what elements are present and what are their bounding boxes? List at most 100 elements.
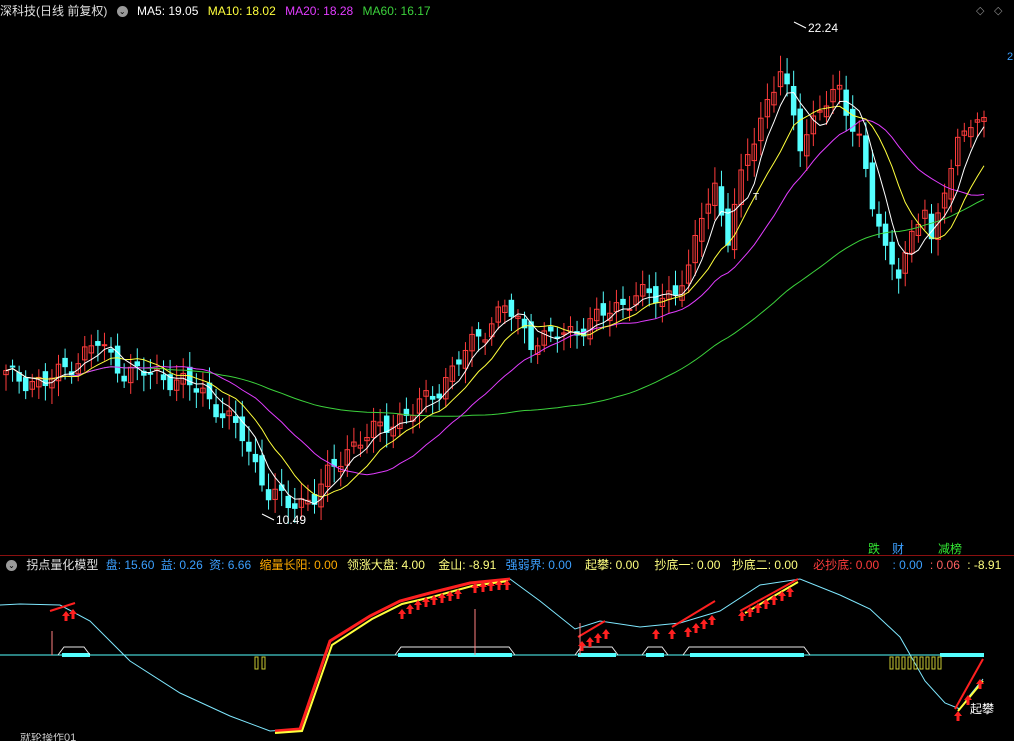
buy-arrow-icon — [586, 637, 594, 647]
candlestick — [876, 213, 882, 227]
ma5-line — [5, 91, 985, 505]
ind-value-extra2: : 0.06 — [929, 558, 960, 572]
candlestick — [160, 374, 167, 381]
volume-bar — [913, 656, 918, 670]
buy-arrow-icon — [398, 609, 406, 619]
ma60-line — [5, 198, 985, 417]
candlestick — [600, 303, 607, 316]
volume-bar — [901, 656, 906, 670]
indicator-name[interactable]: 拐点量化模型 — [26, 558, 98, 572]
candlestick — [548, 326, 554, 332]
candlestick — [265, 489, 272, 501]
buy-arrow-icon — [684, 627, 692, 637]
candlestick — [232, 416, 239, 423]
candlestick — [429, 395, 436, 400]
ind-value-yi: 益: 0.26 — [160, 558, 203, 572]
signal-band — [62, 653, 90, 657]
candlestick — [62, 357, 68, 368]
low-price-pointer — [261, 513, 275, 521]
candlestick — [456, 359, 462, 365]
candlestick — [134, 361, 141, 367]
ma10-line — [5, 105, 985, 498]
volume-bar — [919, 656, 924, 670]
ma20-line — [5, 119, 985, 476]
volume-bar — [925, 656, 930, 670]
ind-value-boundary: 强弱界: 0.00 — [505, 558, 572, 572]
candlestick — [95, 341, 101, 346]
volume-bar — [889, 656, 894, 670]
bottom-pane-title: 就轮操作01 — [20, 733, 77, 741]
candlestick — [239, 416, 246, 442]
candlestick — [114, 345, 121, 374]
ind-value-extra1: : 0.00 — [892, 558, 923, 572]
chevron-down-icon[interactable]: ⌄ — [6, 560, 17, 572]
high-price-pointer — [793, 21, 807, 29]
candlestick — [383, 415, 390, 433]
right-edge-label: 2 — [1007, 51, 1013, 63]
ind-value-jinshan: 金山: -8.91 — [438, 558, 497, 572]
indicator-chart[interactable] — [0, 571, 1014, 741]
candlestick — [213, 404, 219, 418]
candlestick — [863, 135, 869, 169]
candlestick — [725, 208, 731, 246]
candlestick — [889, 241, 895, 265]
candlestick — [475, 329, 482, 337]
buy-arrow-icon — [692, 623, 700, 633]
buy-arrow-icon — [700, 619, 708, 629]
candlestick — [246, 441, 252, 452]
candlestick — [869, 162, 876, 210]
signal-band — [398, 653, 512, 657]
candlestick — [9, 365, 16, 368]
candlestick — [620, 298, 626, 305]
candlestick — [252, 453, 259, 463]
candlestick — [797, 108, 803, 152]
candlestick — [653, 286, 659, 304]
candlestick — [882, 223, 889, 246]
candlestick — [508, 299, 515, 317]
buy-arrow-icon — [406, 604, 414, 614]
candlestick — [206, 382, 213, 400]
qipan-annotation: 起攀 — [970, 702, 995, 716]
candlestick — [784, 73, 790, 85]
signal-band — [940, 653, 984, 657]
candlestick — [672, 285, 679, 295]
signal-red-line — [49, 602, 76, 612]
ind-value-chaodi2: 抄底二: 0.00 — [731, 558, 798, 572]
candlestick — [646, 288, 652, 294]
buy-arrow-icon — [708, 615, 716, 625]
volume-bar — [261, 656, 266, 670]
candlestick — [193, 388, 200, 393]
volume-bar — [254, 656, 259, 670]
buy-arrow-icon — [652, 629, 660, 639]
volume-bar — [895, 656, 900, 670]
ind-value-lead: 领涨大盘: 4.00 — [346, 558, 425, 572]
buy-arrow-icon — [762, 599, 770, 609]
signal-band — [646, 653, 664, 657]
candlestick — [121, 375, 127, 382]
high-price-label: 22.24 — [808, 21, 838, 35]
ind-value-zi: 资: 6.66 — [209, 558, 252, 572]
candlestick — [856, 133, 863, 136]
candlestick — [22, 377, 29, 392]
candlestick — [436, 393, 442, 399]
buy-arrow-icon — [602, 629, 610, 639]
signal-yellow-line — [744, 581, 799, 614]
candlestick — [928, 213, 935, 240]
ind-value-shrink: 缩量长阳: 0.00 — [259, 558, 338, 572]
ind-value-qipan: 起攀: 0.00 — [585, 558, 640, 572]
candlestick — [790, 86, 797, 116]
ind-value-extra3: : -8.91 — [967, 558, 1002, 572]
buy-arrow-icon — [594, 633, 602, 643]
buy-arrow-icon — [954, 711, 962, 721]
candlestick — [895, 269, 902, 279]
candlestick — [147, 372, 154, 375]
volume-bar — [907, 656, 912, 670]
candlestick — [285, 495, 291, 509]
signal-band — [578, 653, 616, 657]
candlestick — [101, 344, 108, 347]
candlestick — [292, 503, 298, 509]
candlestick — [108, 348, 114, 353]
price-chart[interactable]: 22.24 10.49 T 2 — [0, 14, 1014, 554]
signal-band — [690, 653, 804, 657]
low-price-label: 10.49 — [276, 513, 306, 527]
